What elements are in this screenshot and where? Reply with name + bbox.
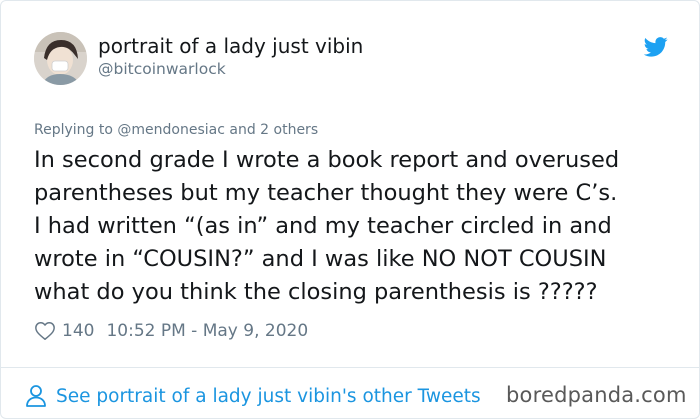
tweet-text-line: wrote in “COUSIN?” and I was like NO NOT…: [34, 246, 607, 272]
tweet-text-line: parentheses but my teacher thought they …: [34, 180, 618, 206]
tweet-text-line: In second grade I wrote a book report an…: [34, 147, 620, 173]
see-other-tweets-link[interactable]: See portrait of a lady just vibin's othe…: [25, 381, 481, 411]
watermark: boredpanda.com: [506, 383, 687, 407]
reply-context: Replying to @mendonesiac and 2 others: [34, 122, 318, 138]
tweet-timestamp[interactable]: 10:52 PM - May 9, 2020: [106, 321, 308, 341]
reply-others[interactable]: and 2 others: [225, 122, 318, 138]
reply-prefix: Replying to: [34, 122, 113, 138]
avatar[interactable]: [34, 32, 87, 85]
tweet-text: In second grade I wrote a book report an…: [34, 144, 674, 309]
tweet-text-line: what do you think the closing parenthesi…: [34, 279, 598, 305]
see-other-tweets-label[interactable]: See portrait of a lady just vibin's othe…: [56, 386, 481, 407]
tweet-text-line: I had written “(as in” and my teacher ci…: [34, 213, 612, 239]
user-handle[interactable]: @bitcoinwarlock: [98, 60, 226, 78]
heart-outline-icon[interactable]: [34, 320, 56, 342]
person-outline-icon: [26, 385, 46, 407]
avatar-photo: [34, 32, 87, 85]
divider: [1, 367, 700, 368]
like-count: 140: [62, 321, 95, 341]
tweet-meta: 140 10:52 PM - May 9, 2020: [34, 319, 308, 343]
twitter-bird-icon[interactable]: [644, 37, 668, 57]
tweet-card: portrait of a lady just vibin @bitcoinwa…: [0, 0, 700, 419]
reply-mention-link[interactable]: @mendonesiac: [117, 122, 225, 138]
display-name[interactable]: portrait of a lady just vibin: [98, 34, 363, 58]
